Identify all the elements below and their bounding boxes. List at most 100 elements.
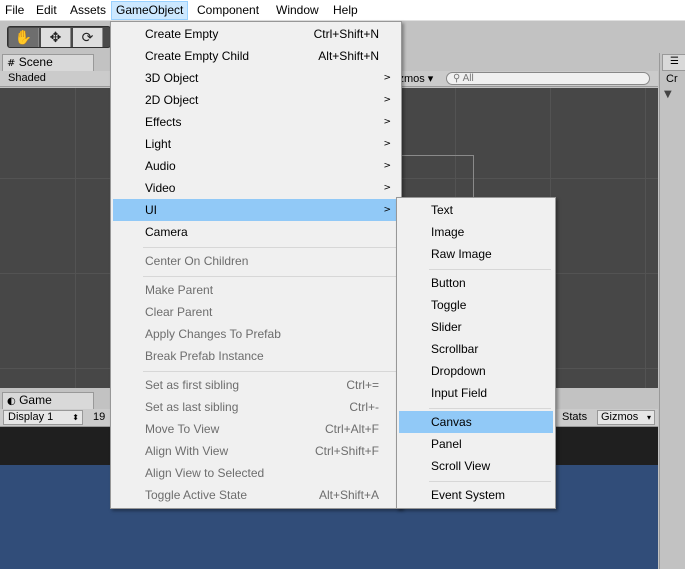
submenu-item-label: Toggle [431,298,467,312]
menu-bar: File Edit Assets GameObject Component Wi… [0,0,685,21]
submenu-item-canvas[interactable]: Canvas [399,411,553,433]
transform-tools: ✋ ✥ ⟳ [7,26,111,48]
submenu-item-dropdown[interactable]: Dropdown [399,360,553,382]
menu-item-move-to-view[interactable]: Move To View Ctrl+Alt+F [113,418,399,440]
submenu-item-event-system[interactable]: Event System [399,484,553,506]
game-gizmos-label: Gizmos [601,411,639,423]
menu-item-label: Move To View [145,422,220,436]
resolution-dropdown[interactable]: 19 [93,411,105,423]
submenu-item-panel[interactable]: Panel [399,433,553,455]
menu-item-label: 3D Object [145,71,199,85]
menu-item-create-empty-child[interactable]: Create Empty Child Alt+Shift+N [113,45,399,67]
submenu-item-toggle[interactable]: Toggle [399,294,553,316]
menu-item-label: 2D Object [145,93,199,107]
menu-item-toggle-active-state[interactable]: Toggle Active State Alt+Shift+A [113,484,399,506]
menu-item-align-view-to-selected[interactable]: Align View to Selected [113,462,399,484]
submenu-item-raw-image[interactable]: Raw Image [399,243,553,265]
menu-item-effects[interactable]: Effects > [113,111,399,133]
menu-item-label: UI [145,203,157,217]
game-icon: ◐ [7,396,16,407]
menu-item-shortcut: Alt+Shift+N [318,49,379,63]
menu-separator [429,269,551,270]
menu-item-create-empty[interactable]: Create Empty Ctrl+Shift+N [113,23,399,45]
menu-item-set-last-sibling[interactable]: Set as last sibling Ctrl+- [113,396,399,418]
hand-tool-icon[interactable]: ✋ [9,28,39,47]
hierarchy-panel: ☰ Cr ▼ [659,53,685,569]
submenu-item-slider[interactable]: Slider [399,316,553,338]
menu-item-light[interactable]: Light > [113,133,399,155]
menu-item-label: Light [145,137,172,151]
menu-item-label: Apply Changes To Prefab [145,327,281,341]
submenu-item-label: Button [431,276,466,290]
spinner-icon: ⬍ [72,413,79,422]
submenu-item-label: Text [431,203,454,217]
menu-edit[interactable]: Edit [36,3,57,20]
submenu-item-label: Scroll View [431,459,491,473]
submenu-item-label: Image [431,225,465,239]
submenu-item-input-field[interactable]: Input Field [399,382,553,404]
stats-button[interactable]: Stats [562,411,587,423]
submenu-item-button[interactable]: Button [399,272,553,294]
shading-mode-dropdown[interactable]: Shaded [8,72,46,84]
menu-item-set-first-sibling[interactable]: Set as first sibling Ctrl+= [113,374,399,396]
menu-assets[interactable]: Assets [70,3,106,20]
submenu-arrow-icon: > [383,205,391,215]
tab-game[interactable]: ◐ Game [2,392,94,409]
menu-item-label: Create Empty Child [145,49,250,63]
menu-item-shortcut: Ctrl+Alt+F [324,422,379,436]
expand-triangle-icon[interactable]: ▼ [664,89,672,100]
tab-hierarchy[interactable]: ☰ [662,54,685,71]
submenu-item-scrollbar[interactable]: Scrollbar [399,338,553,360]
menu-item-label: Center On Children [145,254,249,268]
submenu-item-label: Slider [431,320,462,334]
menu-item-shortcut: Ctrl+= [346,378,379,392]
menu-item-make-parent[interactable]: Make Parent [113,279,399,301]
menu-item-label: Align View to Selected [145,466,265,480]
menu-item-audio[interactable]: Audio > [113,155,399,177]
scene-tab-strip: # Scene [0,53,110,71]
menu-item-shortcut: Ctrl+- [349,400,379,414]
menu-file[interactable]: File [5,3,24,20]
create-dropdown[interactable]: Cr [666,73,678,85]
menu-item-center-on-children[interactable]: Center On Children [113,250,399,272]
menu-item-align-with-view[interactable]: Align With View Ctrl+Shift+F [113,440,399,462]
tab-scene-label: Scene [18,55,53,69]
menu-component[interactable]: Component [197,3,259,20]
game-gizmos-dropdown[interactable]: Gizmos ▾ [597,410,655,425]
menu-window[interactable]: Window [276,3,319,20]
submenu-item-label: Dropdown [431,364,486,378]
menu-separator [429,408,551,409]
move-tool-icon[interactable]: ✥ [41,28,71,47]
submenu-arrow-icon: > [383,95,391,105]
tab-game-label: Game [19,393,52,407]
menu-item-clear-parent[interactable]: Clear Parent [113,301,399,323]
submenu-item-label: Raw Image [431,247,492,261]
menu-item-label: Create Empty [145,27,219,41]
submenu-arrow-icon: > [383,117,391,127]
menu-item-3d-object[interactable]: 3D Object > [113,67,399,89]
menu-item-ui[interactable]: UI > [113,199,399,221]
tab-scene[interactable]: # Scene [2,54,94,71]
submenu-item-scroll-view[interactable]: Scroll View [399,455,553,477]
menu-gameobject[interactable]: GameObject [111,1,189,20]
menu-item-camera[interactable]: Camera [113,221,399,243]
menu-help[interactable]: Help [333,3,358,20]
menu-item-video[interactable]: Video > [113,177,399,199]
menu-item-break-prefab-instance[interactable]: Break Prefab Instance [113,345,399,367]
display-dropdown[interactable]: Display 1 ⬍ [3,410,83,425]
menu-item-label: Camera [145,225,188,239]
menu-item-shortcut: Ctrl+Shift+F [314,444,379,458]
rotate-tool-icon[interactable]: ⟳ [73,28,103,47]
menu-item-label: Break Prefab Instance [145,349,264,363]
menu-separator [143,276,397,277]
menu-item-apply-changes-to-prefab[interactable]: Apply Changes To Prefab [113,323,399,345]
menu-separator [143,247,397,248]
submenu-item-text[interactable]: Text [399,199,553,221]
submenu-arrow-icon: > [383,139,391,149]
menu-item-label: Audio [145,159,176,173]
submenu-item-image[interactable]: Image [399,221,553,243]
menu-item-label: Set as first sibling [145,378,240,392]
search-icon: ⚲ [453,73,461,84]
menu-item-2d-object[interactable]: 2D Object > [113,89,399,111]
scene-search-input[interactable]: ⚲ All [446,72,650,85]
